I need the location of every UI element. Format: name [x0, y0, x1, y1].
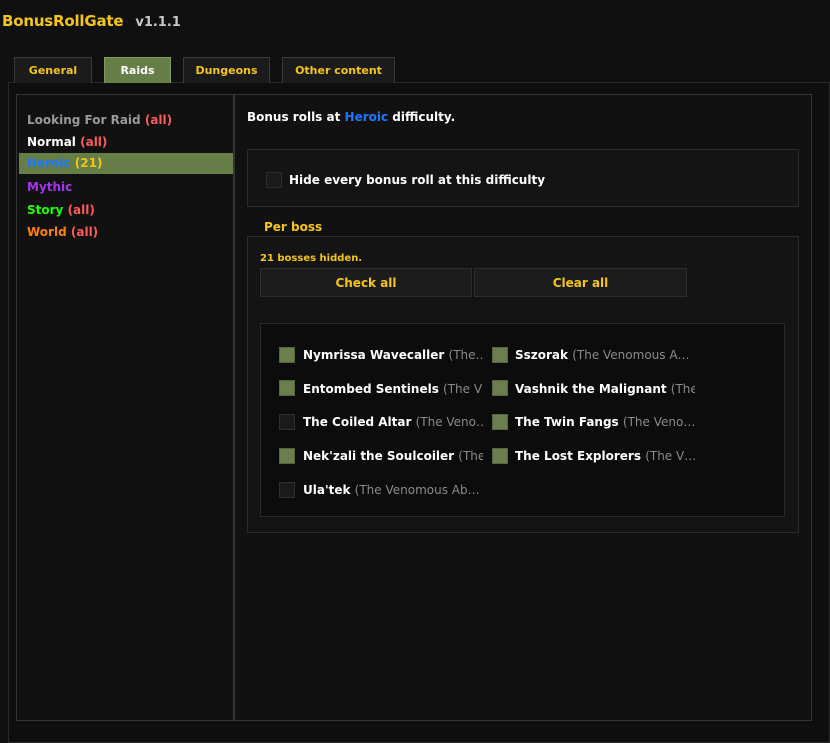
boss-instance: (The Veno… [415, 415, 483, 429]
hidden-count-text: 21 bosses hidden. [260, 253, 363, 264]
boss-label[interactable]: Nymrissa Wavecaller (The… [303, 348, 483, 362]
boss-name: Entombed Sentinels [303, 382, 439, 396]
boss-checkbox[interactable] [279, 482, 295, 498]
difficulty-intro: Bonus rolls at Heroic difficulty. [247, 110, 455, 124]
boss-name: Nek'zali the Soulcoiler [303, 449, 455, 463]
boss-checkbox[interactable] [492, 380, 508, 396]
tab-other-content[interactable]: Other content [282, 57, 395, 83]
boss-name: The Lost Explorers [515, 449, 641, 463]
sidebar-item-label: Heroic [27, 156, 71, 170]
boss-checkbox[interactable] [279, 380, 295, 396]
sidebar-item-heroic[interactable]: Heroic (21) [19, 153, 233, 174]
boss-instance: (The V… [645, 449, 695, 463]
sidebar-item-story[interactable]: Story (all) [19, 200, 233, 221]
boss-instance: (The Veno… [622, 415, 695, 429]
boss-label[interactable]: Sszorak (The Venomous A… [515, 348, 695, 362]
boss-checkbox[interactable] [492, 347, 508, 363]
sidebar-item-label: World [27, 225, 67, 239]
difficulty-sidebar: Looking For Raid (all) Normal (all) Hero… [16, 94, 234, 721]
sidebar-item-count: (21) [74, 156, 103, 170]
sidebar-item-count: (all) [70, 225, 99, 239]
intro-difficulty: Heroic [344, 110, 389, 124]
intro-suffix: difficulty. [392, 110, 456, 124]
sidebar-item-normal[interactable]: Normal (all) [19, 132, 233, 153]
boss-checkbox[interactable] [279, 347, 295, 363]
sidebar-item-count: (all) [80, 135, 108, 149]
boss-name: The Twin Fangs [515, 415, 619, 429]
boss-label[interactable]: Nek'zali the Soulcoiler (The… [303, 449, 483, 463]
boss-name: The Coiled Altar [303, 415, 412, 429]
boss-name: Nymrissa Wavecaller [303, 348, 445, 362]
sidebar-item-label: Story [27, 203, 64, 217]
per-boss-heading: Per boss [264, 220, 323, 234]
sidebar-item-label: Mythic [27, 180, 73, 194]
boss-label[interactable]: Ula'tek (The Venomous Ab… [303, 483, 483, 497]
boss-label[interactable]: The Coiled Altar (The Veno… [303, 415, 483, 429]
tab-general[interactable]: General [14, 57, 92, 83]
boss-instance: (The Venomous A… [572, 348, 690, 362]
sidebar-item-label: Normal [27, 135, 76, 149]
tab-dungeons[interactable]: Dungeons [183, 57, 270, 83]
sidebar-item-lfr[interactable]: Looking For Raid (all) [19, 110, 233, 131]
boss-name: Vashnik the Malignant [515, 382, 667, 396]
boss-name: Ula'tek [303, 483, 351, 497]
sidebar-item-label: Looking For Raid [27, 113, 141, 127]
clear-all-button[interactable]: Clear all [474, 268, 687, 297]
boss-checkbox[interactable] [279, 414, 295, 430]
sidebar-item-count: (all) [67, 203, 95, 217]
sidebar-item-world[interactable]: World (all) [19, 222, 233, 243]
intro-prefix: Bonus rolls at [247, 110, 341, 124]
hide-all-label: Hide every bonus roll at this difficulty [289, 173, 546, 187]
boss-instance: (The… [448, 348, 483, 362]
tab-bar: General Raids Dungeons Other content [14, 57, 407, 83]
boss-name: Sszorak [515, 348, 569, 362]
hide-all-checkbox[interactable] [266, 172, 282, 188]
boss-instance: (The V… [443, 382, 483, 396]
boss-instance: (The… [670, 382, 695, 396]
app-version: v1.1.1 [135, 15, 181, 30]
app-title: BonusRollGate [2, 12, 124, 30]
boss-instance: (The Venomous Ab… [354, 483, 480, 497]
boss-instance: (The… [458, 449, 483, 463]
sidebar-item-count: (all) [144, 113, 173, 127]
boss-checkbox[interactable] [279, 448, 295, 464]
boss-label[interactable]: Entombed Sentinels (The V… [303, 382, 483, 396]
check-all-button[interactable]: Check all [260, 268, 472, 297]
boss-checkbox[interactable] [492, 414, 508, 430]
app-title-bar: BonusRollGate v1.1.1 [2, 12, 181, 34]
boss-label[interactable]: Vashnik the Malignant (The… [515, 382, 695, 396]
boss-checkbox[interactable] [492, 448, 508, 464]
tab-raids[interactable]: Raids [104, 57, 171, 83]
boss-label[interactable]: The Lost Explorers (The V… [515, 449, 695, 463]
sidebar-item-mythic[interactable]: Mythic [19, 177, 233, 198]
boss-label[interactable]: The Twin Fangs (The Veno… [515, 415, 695, 429]
